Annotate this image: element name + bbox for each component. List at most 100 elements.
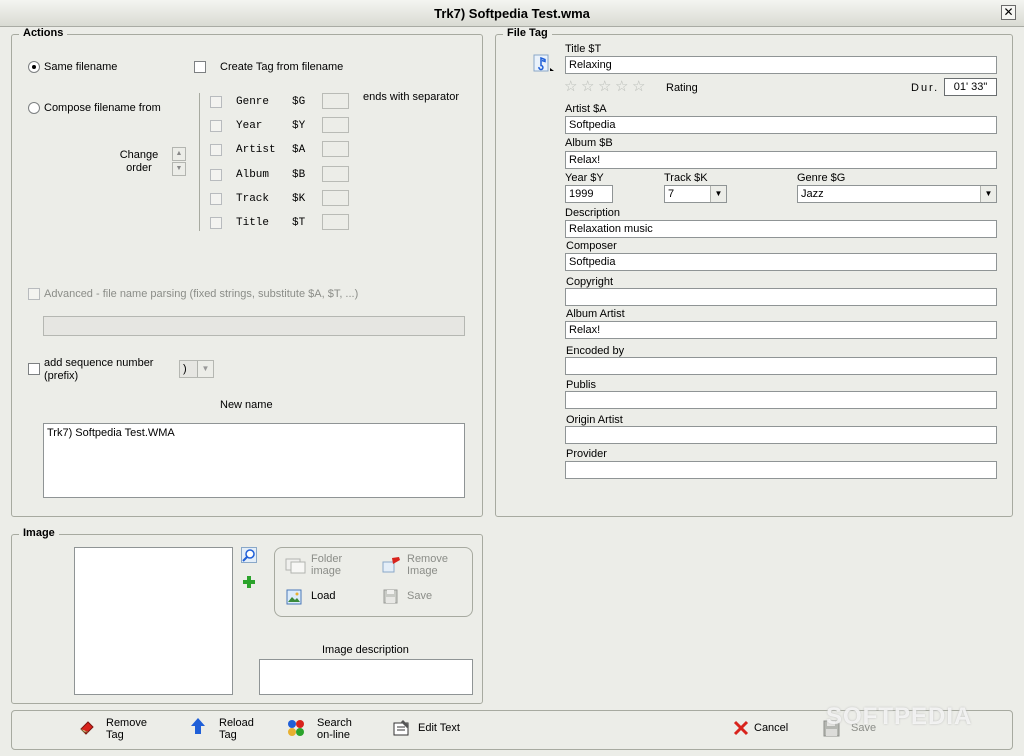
artist-value: Softpedia bbox=[569, 119, 616, 131]
music-note-icon[interactable] bbox=[533, 54, 555, 74]
star-icon[interactable]: ☆ bbox=[598, 79, 611, 94]
duration-display: 01' 33" bbox=[944, 78, 997, 96]
remove-tag-button[interactable]: Remove Tag bbox=[106, 717, 147, 741]
album-value: Relax! bbox=[569, 154, 601, 166]
eraser-icon[interactable] bbox=[78, 717, 96, 735]
field-order-title[interactable] bbox=[322, 214, 349, 230]
add-sequence-checkbox[interactable] bbox=[28, 363, 40, 375]
provider-input[interactable] bbox=[565, 461, 997, 479]
description-input[interactable]: Relaxation music bbox=[565, 220, 997, 238]
year-label: Year $Y bbox=[565, 172, 604, 184]
track-label: Track $K bbox=[664, 172, 708, 184]
advanced-parsing-input[interactable] bbox=[43, 316, 465, 336]
watermark: SOFTPEDIA bbox=[826, 703, 973, 730]
fields-divider bbox=[199, 93, 200, 231]
chevron-down-icon: ▼ bbox=[710, 186, 726, 202]
field-code-genre: $G bbox=[292, 96, 306, 108]
new-name-value: Trk7) Softpedia Test.WMA bbox=[47, 427, 175, 439]
google-search-icon[interactable] bbox=[287, 719, 305, 737]
encoded-by-input[interactable] bbox=[565, 357, 997, 375]
advanced-parsing-checkbox[interactable] bbox=[28, 288, 40, 300]
field-checkbox-artist[interactable] bbox=[210, 144, 222, 156]
up-arrow-icon[interactable] bbox=[189, 717, 207, 735]
title-label: Title $T bbox=[565, 43, 602, 55]
album-label: Album $B bbox=[565, 137, 613, 149]
publis-input[interactable] bbox=[565, 391, 997, 409]
compose-filename-radio[interactable] bbox=[28, 102, 40, 114]
copyright-input[interactable] bbox=[565, 288, 997, 306]
genre-select[interactable]: Jazz ▼ bbox=[797, 185, 997, 203]
field-order-artist[interactable] bbox=[322, 141, 349, 157]
field-order-genre[interactable] bbox=[322, 93, 349, 109]
field-order-track[interactable] bbox=[322, 190, 349, 206]
field-code-title: $T bbox=[292, 217, 306, 229]
field-checkbox-title[interactable] bbox=[210, 217, 222, 229]
star-icon[interactable]: ☆ bbox=[615, 79, 628, 94]
field-name-genre: Genre bbox=[236, 96, 270, 108]
rating-stars[interactable]: ☆ ☆ ☆ ☆ ☆ bbox=[564, 79, 654, 96]
origin-artist-input[interactable] bbox=[565, 426, 997, 444]
field-checkbox-year[interactable] bbox=[210, 120, 222, 132]
star-icon[interactable]: ☆ bbox=[632, 79, 645, 94]
edit-text-icon[interactable] bbox=[393, 719, 411, 737]
remove-image-icon[interactable] bbox=[382, 556, 402, 574]
cancel-button[interactable]: Cancel bbox=[754, 722, 788, 734]
field-checkbox-album[interactable] bbox=[210, 169, 222, 181]
sequence-select-value: ) bbox=[183, 363, 187, 375]
description-label: Description bbox=[565, 207, 621, 219]
composer-value: Softpedia bbox=[569, 256, 616, 268]
year-value: 1999 bbox=[569, 188, 594, 200]
sequence-select[interactable]: ) ▼ bbox=[179, 360, 214, 378]
remove-image-label[interactable]: Remove Image bbox=[407, 553, 448, 577]
zoom-icon[interactable] bbox=[241, 547, 257, 563]
publis-label: Publis bbox=[566, 379, 596, 391]
image-description-input[interactable] bbox=[259, 659, 473, 695]
track-value: 7 bbox=[668, 188, 675, 200]
edit-text-button[interactable]: Edit Text bbox=[418, 722, 460, 734]
save-image-label[interactable]: Save bbox=[407, 590, 432, 602]
star-icon[interactable]: ☆ bbox=[564, 79, 577, 94]
load-image-icon[interactable] bbox=[286, 589, 302, 605]
cancel-icon[interactable] bbox=[733, 720, 749, 736]
title-input[interactable]: Relaxing bbox=[565, 56, 997, 74]
title-value: Relaxing bbox=[569, 59, 612, 71]
artist-input[interactable]: Softpedia bbox=[565, 116, 997, 134]
add-icon[interactable] bbox=[242, 575, 256, 589]
load-image-label[interactable]: Load bbox=[311, 590, 335, 602]
reload-tag-button[interactable]: Reload Tag bbox=[219, 717, 254, 741]
field-checkbox-genre[interactable] bbox=[210, 96, 222, 108]
same-filename-radio[interactable] bbox=[28, 61, 40, 73]
field-code-album: $B bbox=[292, 169, 306, 181]
change-order-label: Change order bbox=[119, 149, 159, 174]
ends-with-separator-label: ends with separator bbox=[363, 91, 459, 103]
star-icon[interactable]: ☆ bbox=[581, 79, 594, 94]
folder-image-icon[interactable] bbox=[285, 556, 307, 574]
field-checkbox-track[interactable] bbox=[210, 193, 222, 205]
save-image-icon[interactable] bbox=[383, 589, 398, 604]
year-input[interactable]: 1999 bbox=[565, 185, 613, 203]
image-group-label: Image bbox=[19, 527, 59, 539]
create-tag-checkbox[interactable] bbox=[194, 61, 206, 73]
field-order-album[interactable] bbox=[322, 166, 349, 182]
move-up-button[interactable]: ▲ bbox=[172, 147, 186, 161]
duration-label: Dur. bbox=[911, 82, 940, 94]
rating-label: Rating bbox=[666, 82, 698, 94]
album-artist-input[interactable]: Relax! bbox=[565, 321, 997, 339]
compose-filename-label: Compose filename from bbox=[44, 102, 161, 114]
search-online-button[interactable]: Search on-line bbox=[317, 717, 352, 741]
advanced-parsing-label: Advanced - file name parsing (fixed stri… bbox=[44, 288, 359, 300]
new-name-textarea[interactable]: Trk7) Softpedia Test.WMA bbox=[43, 423, 465, 498]
description-value: Relaxation music bbox=[569, 223, 653, 235]
composer-input[interactable]: Softpedia bbox=[565, 253, 997, 271]
same-filename-label: Same filename bbox=[44, 61, 118, 73]
field-name-title: Title bbox=[236, 217, 270, 229]
file-tag-group-label: File Tag bbox=[503, 27, 552, 39]
album-input[interactable]: Relax! bbox=[565, 151, 997, 169]
create-tag-label: Create Tag from filename bbox=[220, 61, 344, 73]
move-down-button[interactable]: ▼ bbox=[172, 162, 186, 176]
folder-image-label[interactable]: Folder image bbox=[311, 553, 342, 577]
close-button[interactable]: ✕ bbox=[1001, 5, 1016, 20]
field-order-year[interactable] bbox=[322, 117, 349, 133]
track-select[interactable]: 7 ▼ bbox=[664, 185, 727, 203]
field-name-year: Year bbox=[236, 120, 263, 132]
